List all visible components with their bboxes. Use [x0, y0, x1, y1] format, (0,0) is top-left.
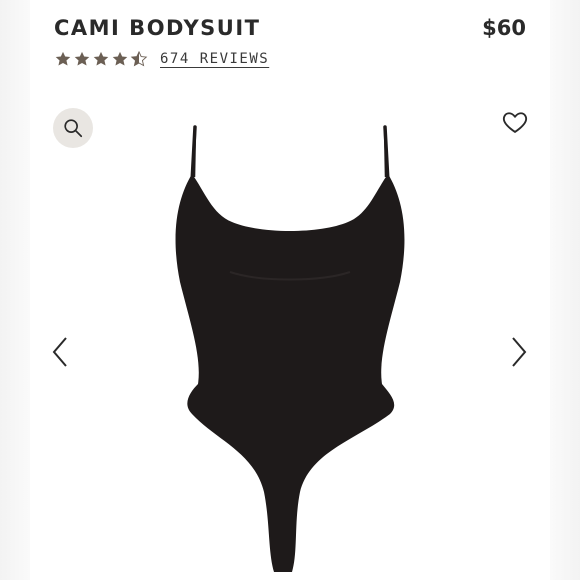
- rating-row: 674 REVIEWS: [54, 50, 269, 68]
- left-gutter: [0, 0, 30, 580]
- star-icon: [74, 51, 90, 66]
- search-icon: [64, 119, 83, 138]
- product-title: CAMI BODYSUIT: [54, 16, 261, 40]
- product-image[interactable]: [150, 122, 430, 582]
- right-gutter: [550, 0, 580, 580]
- reviews-link[interactable]: 674 REVIEWS: [160, 51, 269, 67]
- star-icon: [55, 51, 71, 66]
- chevron-right-icon[interactable]: [507, 332, 531, 372]
- star-rating: [54, 50, 148, 68]
- star-icon: [112, 51, 128, 66]
- product-header: CAMI BODYSUIT $60 674 REVIEWS: [54, 14, 526, 84]
- zoom-button[interactable]: [53, 108, 93, 148]
- half-star-icon: [130, 50, 148, 67]
- chevron-left-icon[interactable]: [48, 332, 72, 372]
- star-icon: [93, 51, 109, 66]
- product-price: $60: [482, 16, 526, 40]
- heart-icon[interactable]: [501, 108, 529, 136]
